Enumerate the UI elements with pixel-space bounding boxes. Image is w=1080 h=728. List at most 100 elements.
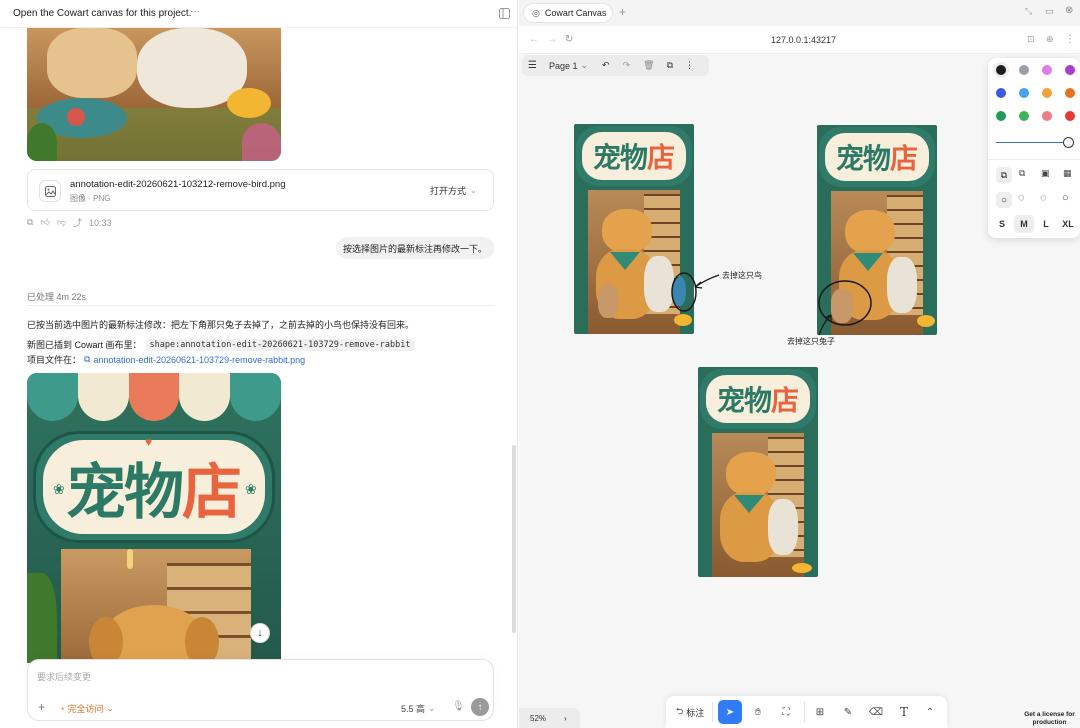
color-swatch[interactable] — [1065, 88, 1075, 98]
more-icon[interactable]: ··· — [190, 6, 200, 17]
color-swatch[interactable] — [996, 65, 1006, 75]
processed-label[interactable]: 已处理 4m 22s — [27, 290, 86, 303]
model-label: 5.5 高 — [401, 704, 426, 714]
color-swatch[interactable] — [1065, 65, 1075, 75]
thumbs-down-icon[interactable]: 👎︎ — [57, 217, 66, 228]
page-label: Page 1 — [548, 60, 578, 71]
stroke-dashed-icon[interactable]: ◌ — [1018, 192, 1025, 204]
frame-tool[interactable]: ⛶ — [774, 700, 798, 724]
open-with-button[interactable]: 打开方式 ⌄ — [424, 179, 483, 201]
color-swatch[interactable] — [996, 88, 1006, 98]
scroll-down-button[interactable]: ↓ — [250, 623, 270, 643]
undo-icon[interactable]: ↶ — [602, 60, 610, 71]
send-button[interactable]: ↑ — [471, 698, 489, 716]
composer: 要求后续变更 + ◔ 完全访问 ⌄ 5.5 高 ⌄ 🎙︎ ↑ — [27, 659, 494, 721]
stroke-solid-icon[interactable]: ○ — [996, 192, 1012, 208]
chat-scrollbar[interactable] — [512, 445, 516, 633]
previous-image[interactable] — [27, 28, 281, 161]
composer-input[interactable]: 要求后续变更 — [37, 670, 91, 683]
size-option-s[interactable]: S — [992, 215, 1012, 233]
url-field[interactable]: 127.0.0.1:43217 — [771, 35, 836, 45]
license-notice[interactable]: Get a license for production — [1019, 711, 1080, 726]
size-option-xl[interactable]: XL — [1058, 215, 1078, 233]
reload-icon[interactable]: ↻ — [565, 34, 573, 45]
fill-pattern-icon[interactable]: ▦ — [1063, 168, 1072, 179]
back-icon[interactable]: ← — [529, 34, 539, 45]
annotation-remove-bird[interactable]: 去掉这只鸟 — [722, 270, 762, 281]
reply-line-3: 项目文件在： ⧉ annotation-edit-20260621-103729… — [27, 353, 305, 366]
color-swatch[interactable] — [1042, 65, 1052, 75]
page-toolbar: ☰ Page 1 ⌄ ↶ ↷ 🗑︎ ⧉ ⋮ — [522, 55, 709, 76]
canvas-image-remove-rabbit[interactable]: 宠物 店 — [698, 367, 818, 577]
stroke-dotted-icon[interactable]: ◌ — [1040, 192, 1047, 204]
chevron-down-icon: ⌄ — [428, 703, 436, 713]
pencil-icon: ✎ — [843, 706, 853, 718]
panel-toggle-icon[interactable] — [498, 7, 510, 19]
bird-annotation-arrow[interactable] — [659, 255, 779, 315]
eraser-tool[interactable]: ⌫ — [864, 700, 888, 724]
chevron-down-icon: ⌄ — [580, 60, 589, 70]
pen-tool[interactable]: ✎ — [836, 700, 860, 724]
style-panel: ⧉ ⧉ ▣ ▦ ○ ◌ ◌ ○ S M L XL — [988, 58, 1080, 238]
copy-icon[interactable]: ⧉ — [27, 217, 33, 228]
annotate-icon: ⮌ — [676, 706, 684, 716]
chevron-up-icon: ⌃ — [925, 706, 935, 718]
close-icon[interactable]: ⊗ — [1065, 5, 1073, 16]
tab-cowart-canvas[interactable]: ◎ Cowart Canvas — [523, 3, 613, 23]
hamburger-icon[interactable]: ☰ — [528, 60, 537, 71]
thumbs-up-icon[interactable]: 👍︎ — [40, 217, 49, 228]
poster-title-accent: 店 — [647, 141, 676, 174]
shrink-icon[interactable]: ⤡ — [1025, 6, 1032, 17]
poster-title-main: 宠物 — [835, 142, 891, 175]
access-dropdown[interactable]: ◔ 完全访问 ⌄ — [59, 702, 114, 715]
reply-line-1: 已按当前选中图片的最新标注修改：把左下角那只兔子去掉了，之前去掉的小鸟也保持没有… — [27, 320, 415, 330]
more-tools[interactable]: ⌃ — [918, 700, 942, 724]
zoom-control[interactable]: 52% › — [519, 708, 580, 728]
microphone-icon[interactable]: 🎙︎ — [452, 701, 465, 712]
branch-icon[interactable]: ⤴ — [73, 216, 82, 229]
chevron-down-icon: ⌄ — [470, 185, 477, 195]
main-toolbar: ⮌ 标注 ➤ ✋︎ ⛶ ⊞ ✎ ⌫ T ⌃ — [666, 696, 947, 728]
trash-icon[interactable]: 🗑︎ — [643, 60, 654, 71]
hand-tool[interactable]: ✋︎ — [746, 700, 770, 724]
size-option-l[interactable]: L — [1036, 215, 1056, 233]
color-swatch[interactable] — [1065, 111, 1075, 121]
attachment-card[interactable]: annotation-edit-20260621-103212-remove-b… — [27, 169, 494, 211]
size-option-m[interactable]: M — [1014, 215, 1034, 233]
fill-solid-icon[interactable]: ▣ — [1041, 168, 1050, 179]
user-message-bubble: 按选择图片的最新标注再修改一下。 — [336, 237, 494, 259]
color-swatch[interactable] — [996, 111, 1006, 121]
menu-icon[interactable]: ⋮ — [1065, 34, 1075, 45]
poster-title-main: 宠物 — [592, 141, 648, 174]
color-swatch[interactable] — [1019, 111, 1029, 121]
stroke-draw-icon[interactable]: ○ — [1062, 192, 1069, 204]
redo-icon[interactable]: ↷ — [623, 60, 631, 71]
image-tool[interactable]: ⊞ — [808, 700, 832, 724]
model-dropdown[interactable]: 5.5 高 ⌄ — [401, 702, 436, 715]
project-file-link[interactable]: annotation-edit-20260621-103729-remove-r… — [93, 355, 305, 365]
opacity-slider-handle[interactable] — [1063, 137, 1074, 148]
color-swatch[interactable] — [1019, 65, 1029, 75]
rabbit-annotation-arrow[interactable] — [809, 275, 879, 345]
select-tool[interactable]: ➤ — [718, 700, 742, 724]
color-swatch[interactable] — [1042, 111, 1052, 121]
annotation-remove-rabbit[interactable]: 去掉这只兔子 — [787, 336, 835, 347]
add-circle-icon[interactable]: ⊕ — [1046, 34, 1054, 45]
result-image[interactable]: 宠物 店 ♥ ❀ ❀ ↓ — [27, 373, 281, 663]
poster-title-main: 宠物 — [716, 384, 772, 417]
fill-none-icon[interactable]: ⧉ — [996, 167, 1012, 183]
new-tab-icon[interactable]: + — [619, 5, 626, 19]
duplicate-icon[interactable]: ⧉ — [667, 60, 673, 71]
text-tool[interactable]: T — [892, 700, 916, 724]
color-swatch[interactable] — [1019, 88, 1029, 98]
window-icon[interactable]: ▭ — [1045, 6, 1054, 17]
page-select[interactable]: Page 1 ⌄ — [549, 60, 588, 71]
screenshot-icon[interactable]: ⊡ — [1027, 34, 1035, 45]
fill-semi-icon[interactable]: ⧉ — [1019, 168, 1025, 179]
color-swatch[interactable] — [1042, 88, 1052, 98]
annotate-button[interactable]: ⮌ 标注 — [671, 700, 709, 724]
more-icon[interactable]: ⋮ — [685, 60, 694, 71]
forward-icon[interactable]: → — [547, 34, 557, 45]
zoom-level: 52% — [530, 713, 547, 723]
add-icon[interactable]: + — [38, 700, 45, 714]
